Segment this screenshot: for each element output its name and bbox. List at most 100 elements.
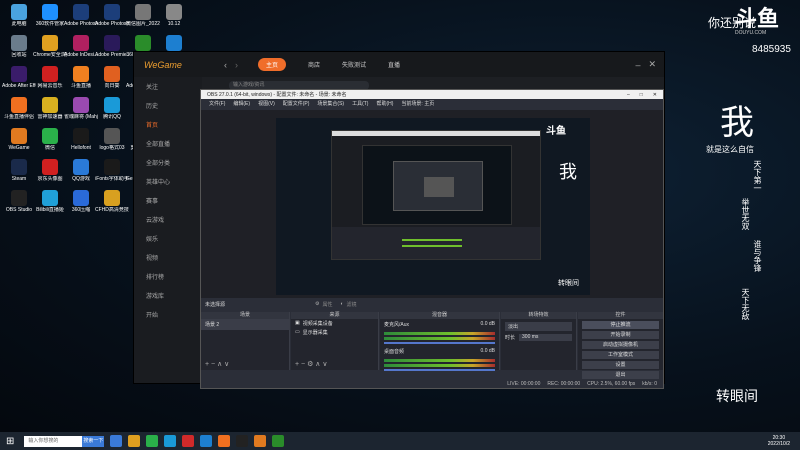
properties-button[interactable]: 属性: [323, 301, 333, 308]
desktop-icon[interactable]: 网易云音乐: [33, 66, 67, 100]
scenes-controls[interactable]: + − ∧ ∨: [205, 360, 229, 368]
app-icon: [11, 66, 27, 82]
filters-button[interactable]: 滤镜: [347, 301, 357, 308]
obs-menu-item[interactable]: 配置文件(P): [283, 100, 310, 107]
desktop-icon[interactable]: 微信图片_20220811...: [126, 4, 160, 38]
gear-icon[interactable]: ⚙: [315, 301, 319, 307]
tab-home[interactable]: 主页: [258, 58, 287, 71]
taskbar-app-icon[interactable]: [182, 435, 195, 447]
wegame-sidebar-item[interactable]: 视频: [134, 248, 202, 267]
filter-icon[interactable]: ◐: [341, 301, 344, 307]
desktop-icon[interactable]: 向日葵: [95, 66, 129, 100]
control-button[interactable]: 开始录制: [582, 331, 659, 339]
wegame-sidebar-item[interactable]: 全部直播: [134, 134, 202, 153]
desktop-icon[interactable]: 京东头像图: [33, 159, 67, 193]
obs-min-icon[interactable]: –: [627, 92, 630, 98]
taskbar-app-icon[interactable]: [272, 435, 285, 447]
taskbar-app-icon[interactable]: [236, 435, 249, 447]
taskbar-app-icon[interactable]: [128, 435, 141, 447]
taskbar-app-icon[interactable]: [110, 435, 123, 447]
desktop-icon[interactable]: iFonts字体助手: [95, 159, 129, 193]
tab-live[interactable]: 直播: [388, 60, 400, 69]
desktop-icon[interactable]: QQ游戏: [64, 159, 98, 193]
obs-close-icon[interactable]: ✕: [653, 92, 657, 98]
duration-input[interactable]: 300 ms: [519, 334, 572, 341]
wegame-sidebar-item[interactable]: 排行榜: [134, 267, 202, 286]
control-button[interactable]: 工作室模式: [582, 351, 659, 359]
desktop-icon[interactable]: 斗鱼直播: [64, 66, 98, 100]
wegame-sidebar-item[interactable]: 云游戏: [134, 210, 202, 229]
desktop-icon[interactable]: Hellofont: [64, 128, 98, 162]
scene-item[interactable]: 场景 2: [201, 319, 289, 330]
desktop-icon[interactable]: logo格式03: [95, 128, 129, 162]
volume-slider[interactable]: [384, 369, 495, 371]
desktop-icon[interactable]: 回收站: [2, 35, 36, 69]
desktop-icon[interactable]: 斗鱼直播伴侣: [2, 97, 36, 131]
wegame-sidebar-item[interactable]: 开始: [134, 305, 202, 324]
wegame-sidebar-item[interactable]: 关注: [134, 77, 202, 96]
source-item[interactable]: ▣ 视频采集设备: [291, 319, 378, 328]
desktop-icon[interactable]: Adobe Photosh...: [95, 4, 129, 38]
wegame-sidebar-item[interactable]: 游戏库: [134, 286, 202, 305]
obs-menu-item[interactable]: 文件(F): [209, 100, 225, 107]
desktop-icon[interactable]: 雷神加速器: [33, 97, 67, 131]
clock[interactable]: 20:30 2022/10/2: [768, 435, 790, 447]
wegame-sidebar-item[interactable]: 娱乐: [134, 229, 202, 248]
app-icon: [104, 97, 120, 113]
taskbar-app-icon[interactable]: [164, 435, 177, 447]
tab-test[interactable]: 失败测试: [342, 60, 366, 69]
obs-menu-item[interactable]: 工具(T): [352, 100, 368, 107]
volume-slider[interactable]: [384, 342, 495, 344]
taskbar-app-icon[interactable]: [146, 435, 159, 447]
desktop-icon[interactable]: 360软件管家: [33, 4, 67, 38]
desktop-icon[interactable]: Chrome安全浏览器: [33, 35, 67, 69]
wegame-min-icon[interactable]: –: [635, 60, 640, 70]
desktop-icon[interactable]: Bilibili直播姬: [33, 190, 67, 224]
obs-menu-item[interactable]: 帮助(H): [376, 100, 393, 107]
desktop-icon[interactable]: CFHD高清竞技大区: [95, 190, 129, 224]
control-button[interactable]: 停止推流: [582, 321, 659, 329]
desktop-icon[interactable]: WeGame: [2, 128, 36, 162]
desktop-icon[interactable]: Steam: [2, 159, 36, 193]
control-button[interactable]: 设置: [582, 361, 659, 369]
taskbar-app-icon[interactable]: [254, 435, 267, 447]
start-icon[interactable]: ⊞: [6, 436, 14, 447]
wegame-sidebar-item[interactable]: 历史: [134, 96, 202, 115]
control-button[interactable]: 退出: [582, 371, 659, 379]
obs-max-icon[interactable]: □: [640, 92, 643, 98]
desktop-icon[interactable]: 此电脑: [2, 4, 36, 38]
taskbar-search-button[interactable]: 搜索一下: [82, 435, 105, 447]
desktop-icon[interactable]: OBS Studio: [2, 190, 36, 224]
control-button[interactable]: 启动虚拟摄像机: [582, 341, 659, 349]
obs-menu-item[interactable]: 编辑(E): [233, 100, 250, 107]
obs-preview[interactable]: 我 斗鱼 转眼间: [201, 110, 663, 298]
volume-meter: [384, 364, 495, 367]
transition-select[interactable]: 淡出: [505, 322, 572, 331]
desktop-icon[interactable]: Adobe InDesi...: [64, 35, 98, 69]
obs-menu-item[interactable]: 当前场景: 主页: [401, 100, 434, 107]
wegame-sidebar-item[interactable]: 赛事: [134, 191, 202, 210]
taskbar-search-input[interactable]: 输入你想搜的: [24, 435, 83, 447]
back-icon[interactable]: ‹: [224, 60, 227, 70]
desktop-icon[interactable]: Adobe After Effects 2020: [2, 66, 36, 100]
tab-store[interactable]: 商店: [308, 60, 320, 69]
wegame-sidebar-item[interactable]: 英雄中心: [134, 172, 202, 191]
taskbar-app-icon[interactable]: [218, 435, 231, 447]
desktop-icon[interactable]: 360压缩: [64, 190, 98, 224]
wegame-sidebar-item[interactable]: 首页: [134, 115, 202, 134]
obs-window[interactable]: OBS 27.0.1 (64-bit, windows) - 配置文件: 未命名…: [200, 89, 664, 389]
obs-menu-item[interactable]: 场景集合(S): [317, 100, 344, 107]
desktop-icon[interactable]: Adobe Photosh...: [64, 4, 98, 38]
desktop-icon[interactable]: 10.12: [157, 4, 191, 38]
sources-controls[interactable]: + − ⚙ ∧ ∨: [295, 360, 327, 368]
desktop-icon[interactable]: 腾讯QQ: [95, 97, 129, 131]
taskbar-app-icon[interactable]: [200, 435, 213, 447]
desktop-icon[interactable]: 微信: [33, 128, 67, 162]
obs-menu-item[interactable]: 视图(V): [258, 100, 275, 107]
forward-icon[interactable]: ›: [235, 60, 238, 70]
wegame-close-icon[interactable]: ✕: [648, 59, 656, 70]
desktop-icon[interactable]: 雀魂麻将 (Mahjong...: [64, 97, 98, 131]
source-item[interactable]: ▭ 显示器采集: [291, 328, 378, 337]
desktop-icon[interactable]: Adobe Premie...: [95, 35, 129, 69]
wegame-sidebar-item[interactable]: 全部分类: [134, 153, 202, 172]
